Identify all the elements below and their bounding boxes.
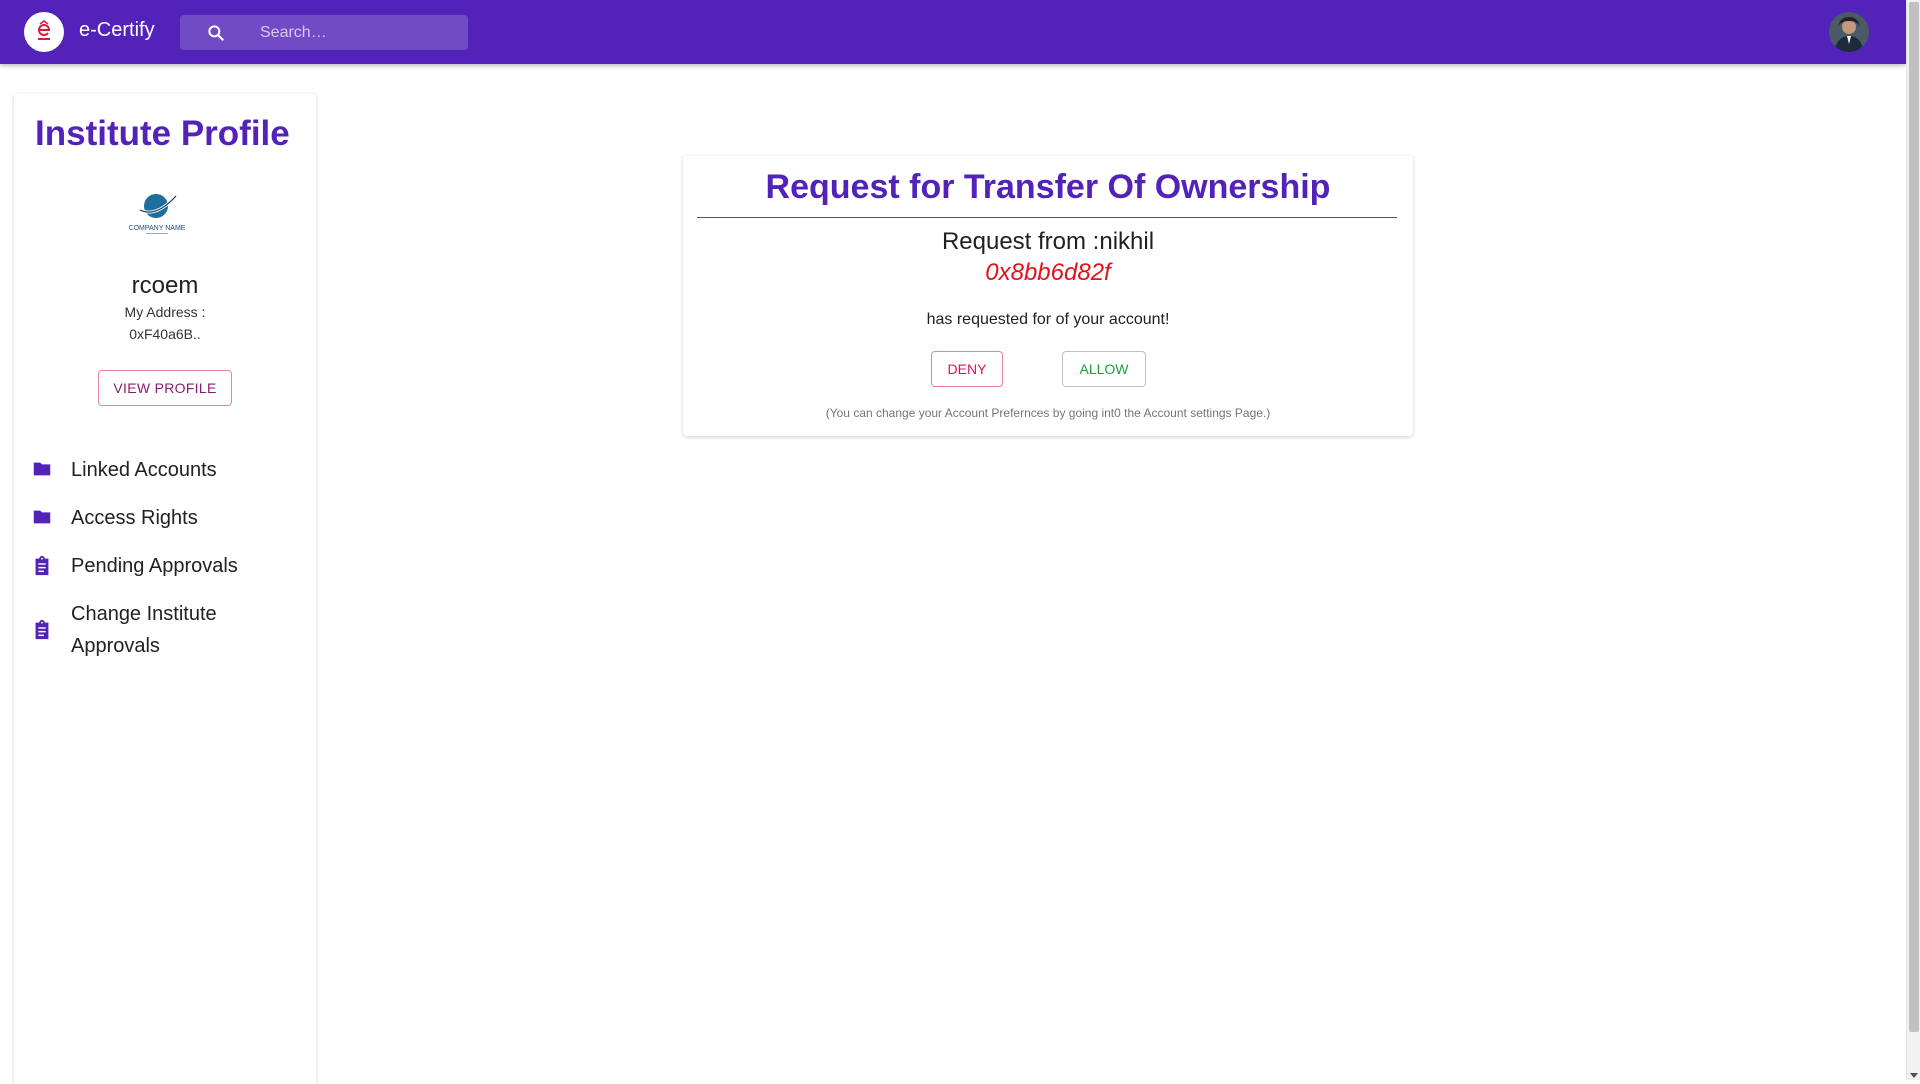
view-profile-button[interactable]: VIEW PROFILE bbox=[98, 370, 232, 406]
scroll-down-arrow-icon[interactable] bbox=[1910, 1073, 1918, 1078]
sidebar-title: Institute Profile bbox=[35, 114, 290, 153]
search-input[interactable] bbox=[260, 15, 460, 50]
folder-icon bbox=[33, 462, 51, 476]
page-scrollbar[interactable] bbox=[1906, 0, 1920, 1080]
clipboard-icon bbox=[35, 555, 49, 576]
deny-button[interactable]: DENY bbox=[931, 351, 1003, 387]
folder-icon bbox=[33, 510, 51, 524]
sidebar-item-label: Pending Approvals bbox=[71, 555, 238, 577]
requester-address: 0x8bb6d82f bbox=[985, 259, 1111, 286]
sidebar-item-access-rights[interactable]: Access Rights bbox=[14, 502, 316, 542]
app-bar: e-Certify bbox=[0, 0, 1906, 64]
sidebar-item-pending-approvals[interactable]: Pending Approvals bbox=[14, 550, 316, 590]
preferences-note: (You can change your Account Prefernces … bbox=[825, 406, 1271, 420]
sidebar-item-label: Linked Accounts bbox=[71, 459, 217, 481]
e-certify-logo-icon[interactable] bbox=[24, 12, 64, 52]
request-from: Request from :nikhil bbox=[941, 228, 1155, 255]
address-label: My Address : bbox=[124, 304, 206, 320]
svg-text:COMPANY NAME: COMPANY NAME bbox=[129, 225, 186, 232]
scrollbar-thumb[interactable] bbox=[1909, 2, 1919, 1032]
divider bbox=[697, 217, 1397, 218]
clipboard-icon bbox=[35, 619, 49, 640]
transfer-request-card: Request for Transfer Of Ownership Reques… bbox=[683, 156, 1413, 436]
allow-button[interactable]: ALLOW bbox=[1062, 351, 1146, 387]
company-logo: COMPANY NAME bbox=[129, 194, 186, 234]
request-title: Request for Transfer Of Ownership bbox=[765, 168, 1331, 206]
institute-sidebar: Institute Profile COMPANY NAME rcoem My … bbox=[14, 94, 316, 1084]
sidebar-item-linked-accounts[interactable]: Linked Accounts bbox=[14, 454, 316, 494]
avatar[interactable] bbox=[1829, 12, 1869, 52]
institute-name: rcoem bbox=[131, 272, 199, 299]
search-bar[interactable] bbox=[180, 15, 468, 50]
search-icon bbox=[208, 25, 224, 41]
sidebar-item-label: Change Institute Approvals bbox=[71, 603, 217, 657]
app-title: e-Certify bbox=[79, 19, 155, 41]
sidebar-item-label: Access Rights bbox=[71, 507, 198, 529]
sidebar-item-change-institute-approvals[interactable]: Change Institute Approvals bbox=[14, 598, 316, 668]
institute-address: 0xF40a6B.. bbox=[129, 326, 201, 342]
request-message: has requested for of your account! bbox=[926, 311, 1170, 328]
